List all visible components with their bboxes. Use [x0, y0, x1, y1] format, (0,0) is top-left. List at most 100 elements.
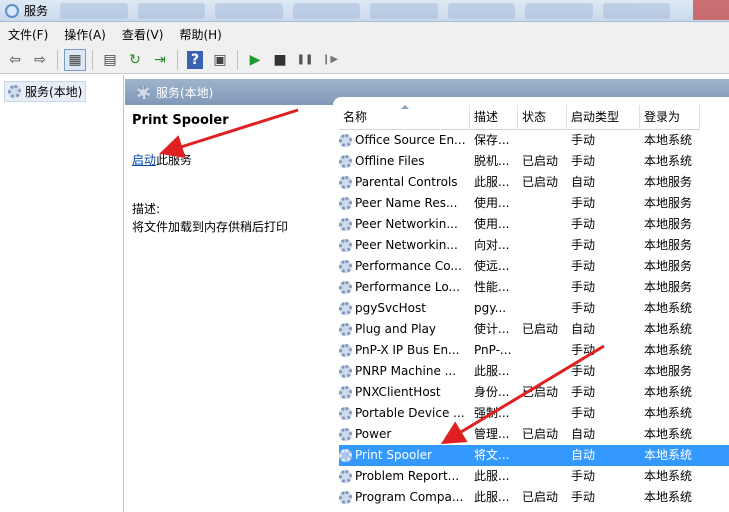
table-row[interactable]: PnP-X IP Bus En... PnP-... 手动 本地系统 [339, 340, 729, 361]
column-status[interactable]: 状态 [518, 105, 567, 130]
service-description-cell: 此服... [474, 175, 510, 189]
service-status-cell [518, 298, 567, 319]
table-row[interactable]: PNXClientHost 身份... 已启动 手动 本地系统 [339, 382, 729, 403]
column-headers: 名称 描述 状态 启动类型 登录为 [339, 105, 700, 130]
table-row[interactable]: Plug and Play 使计... 已启动 自动 本地系统 [339, 319, 729, 340]
service-logon-cell: 本地系统 [644, 322, 693, 336]
service-name-cell: Plug and Play [339, 319, 470, 340]
service-gear-icon [339, 176, 352, 189]
service-description-cell: pgy... [474, 301, 507, 315]
toolbar-separator [57, 49, 58, 70]
service-gear-icon [339, 449, 352, 462]
menu-action[interactable]: 操作(A) [56, 26, 114, 43]
column-logon-as[interactable]: 登录为 [640, 105, 700, 130]
table-row[interactable]: Program Compa... 此服... 已启动 手动 本地系统 [339, 487, 729, 508]
console-button[interactable]: ▣ [209, 49, 231, 71]
table-row[interactable]: Print Spooler 将文... 自动 本地系统 [339, 445, 729, 466]
service-gear-icon [339, 155, 352, 168]
service-name-cell: Power [339, 424, 470, 445]
services-gear-icon [137, 85, 150, 99]
service-name-cell: PNRP Machine ... [339, 361, 470, 382]
tree-item-services-local[interactable]: 服务(本地) [4, 81, 87, 102]
service-gear-icon [339, 365, 352, 378]
service-logon-cell: 本地系统 [644, 490, 693, 504]
service-startup-cell: 手动 [571, 385, 596, 399]
blurred-taskbar-tabs [60, 3, 670, 19]
service-name-cell: Peer Networkin... [339, 214, 470, 235]
table-row[interactable]: Peer Networkin... 使用... 手动 本地服务 [339, 214, 729, 235]
start-service-link[interactable]: 启动 [132, 153, 156, 167]
service-status-cell: 已启动 [522, 322, 559, 336]
column-description[interactable]: 描述 [470, 105, 518, 130]
table-row[interactable]: Office Source En... 保存... 手动 本地系统 [339, 130, 729, 151]
table-row[interactable]: Performance Co... 使远... 手动 本地服务 [339, 256, 729, 277]
help-button[interactable]: ? [187, 50, 203, 69]
table-row[interactable]: Performance Lo... 性能... 手动 本地服务 [339, 277, 729, 298]
table-row[interactable]: Offline Files 脱机... 已启动 手动 本地系统 [339, 151, 729, 172]
service-startup-cell: 自动 [571, 175, 596, 189]
column-startup-type[interactable]: 启动类型 [567, 105, 640, 130]
properties-button[interactable]: ▤ [99, 49, 121, 71]
service-status-cell: 已启动 [522, 175, 559, 189]
menu-view[interactable]: 查看(V) [114, 26, 172, 43]
pause-service-button[interactable]: ❚❚ [294, 49, 316, 71]
service-description-cell: 身份... [474, 385, 510, 399]
service-status-cell: 已启动 [522, 427, 559, 441]
service-logon-cell: 本地系统 [644, 301, 693, 315]
pause-icon: ❚❚ [296, 54, 314, 65]
service-startup-cell: 自动 [571, 448, 596, 462]
service-name-text: Program Compa... [355, 490, 464, 504]
close-button[interactable] [693, 0, 729, 20]
service-logon-cell: 本地系统 [644, 343, 693, 357]
service-gear-icon [339, 386, 352, 399]
service-gear-icon [339, 302, 352, 315]
menu-file[interactable]: 文件(F) [0, 26, 56, 43]
service-logon-cell: 本地系统 [644, 133, 693, 147]
service-startup-cell: 手动 [571, 490, 596, 504]
start-icon: ▶ [249, 51, 261, 68]
forward-button[interactable]: ⇨ [29, 49, 51, 71]
service-startup-cell: 手动 [571, 217, 596, 231]
service-name-text: Parental Controls [355, 175, 458, 189]
service-logon-cell: 本地服务 [644, 259, 693, 273]
service-gear-icon [339, 281, 352, 294]
service-startup-cell: 手动 [571, 364, 596, 378]
service-name-cell: Problem Report... [339, 466, 470, 487]
service-name-text: Offline Files [355, 154, 425, 168]
service-description-cell: 向对... [474, 238, 510, 252]
service-logon-cell: 本地系统 [644, 448, 693, 462]
service-name-cell: Offline Files [339, 151, 470, 172]
service-description-cell: 使远... [474, 259, 510, 273]
service-startup-cell: 手动 [571, 280, 596, 294]
table-row[interactable]: Peer Name Res... 使用... 手动 本地服务 [339, 193, 729, 214]
service-startup-cell: 手动 [571, 133, 596, 147]
column-name[interactable]: 名称 [339, 105, 470, 130]
refresh-button[interactable]: ↻ [124, 49, 146, 71]
service-startup-cell: 手动 [571, 406, 596, 420]
service-status-cell [518, 403, 567, 424]
resume-icon: ❙▶ [321, 54, 339, 65]
selected-service-name: Print Spooler [132, 113, 229, 128]
service-description-cell: PnP-... [474, 343, 512, 357]
table-row[interactable]: pgySvcHost pgy... 手动 本地系统 [339, 298, 729, 319]
service-name-cell: PNXClientHost [339, 382, 470, 403]
table-row[interactable]: Peer Networkin... 向对... 手动 本地服务 [339, 235, 729, 256]
resume-service-button[interactable]: ❙▶ [319, 49, 341, 71]
menu-help[interactable]: 帮助(H) [171, 26, 229, 43]
export-button[interactable]: ⇥ [149, 49, 171, 71]
start-service-button[interactable]: ▶ [244, 49, 266, 71]
refresh-icon: ↻ [129, 51, 141, 68]
table-row[interactable]: Parental Controls 此服... 已启动 自动 本地服务 [339, 172, 729, 193]
service-description-cell: 此服... [474, 364, 510, 378]
stop-service-button[interactable]: ■ [269, 49, 291, 71]
service-startup-cell: 自动 [571, 427, 596, 441]
service-logon-cell: 本地服务 [644, 196, 693, 210]
menu-bar: 文件(F) 操作(A) 查看(V) 帮助(H) [0, 22, 729, 46]
table-row[interactable]: PNRP Machine ... 此服... 手动 本地服务 [339, 361, 729, 382]
show-tree-button[interactable]: ▦ [64, 48, 86, 71]
service-name-cell: Portable Device ... [339, 403, 470, 424]
back-button[interactable]: ⇦ [4, 49, 26, 71]
table-row[interactable]: Portable Device ... 强制... 手动 本地系统 [339, 403, 729, 424]
table-row[interactable]: Power 管理... 已启动 自动 本地系统 [339, 424, 729, 445]
table-row[interactable]: Problem Report... 此服... 手动 本地系统 [339, 466, 729, 487]
